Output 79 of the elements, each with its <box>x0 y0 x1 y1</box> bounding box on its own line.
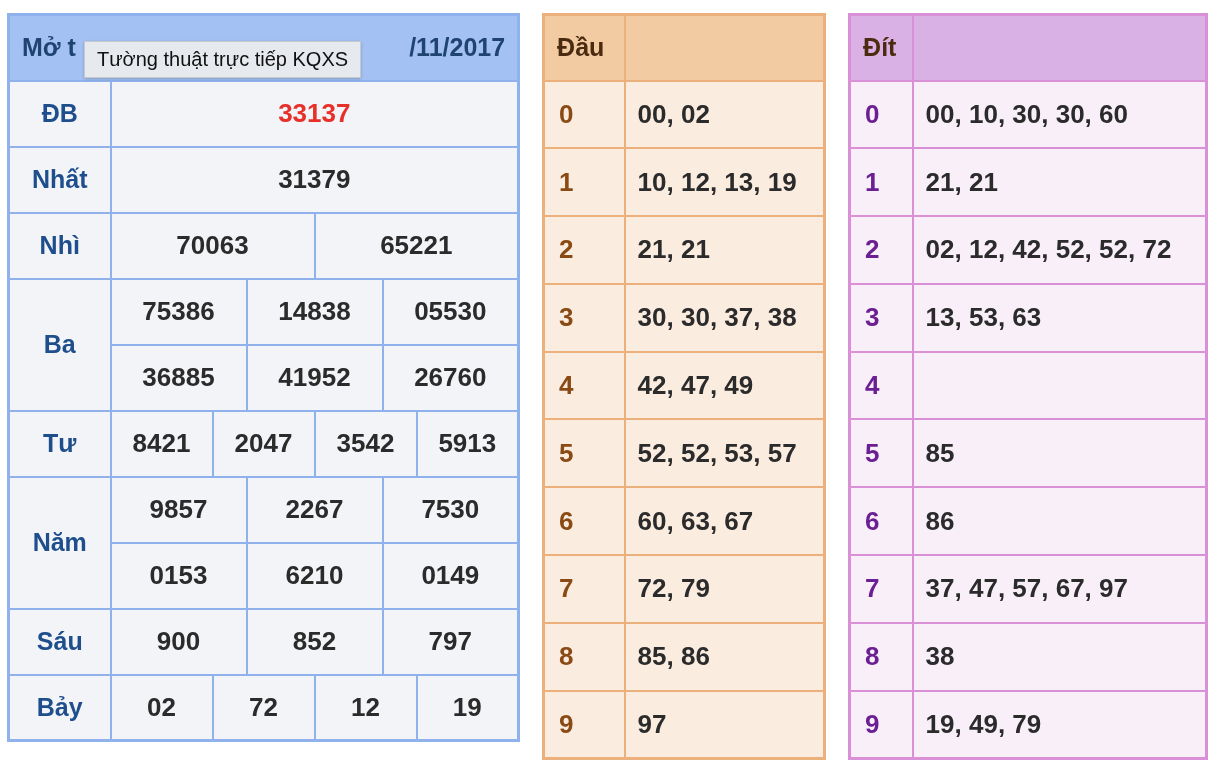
results-date: /11/2017 <box>409 33 506 63</box>
numbers-cell: 37, 47, 57, 67, 97 <box>912 555 1207 623</box>
prize-number: 0149 <box>382 542 519 609</box>
prize-number: 70063 <box>110 212 315 279</box>
numbers-cell: 97 <box>624 690 825 759</box>
tooltip: Tường thuật trực tiếp KQXS <box>84 41 362 78</box>
digit-cell: 5 <box>543 419 625 488</box>
digit-cell: 6 <box>543 487 625 556</box>
prize-number: 19 <box>416 674 519 741</box>
numbers-cell: 19, 49, 79 <box>912 690 1207 759</box>
prize-number: 12 <box>314 674 417 741</box>
digit-cell: 6 <box>849 487 913 556</box>
digit-cell: 0 <box>543 80 625 149</box>
prize-number: 41952 <box>246 344 383 411</box>
digit-cell: 8 <box>849 622 913 691</box>
digit-cell: 9 <box>543 690 625 759</box>
column-header: Đít <box>849 14 913 81</box>
numbers-cell: 72, 79 <box>624 555 825 623</box>
prize-number: 797 <box>382 608 519 675</box>
prize-number: 5913 <box>416 410 519 477</box>
numbers-cell: 13, 53, 63 <box>912 283 1207 352</box>
prize-number: 852 <box>246 608 383 675</box>
prize-number: 6210 <box>246 542 383 609</box>
prize-number: 26760 <box>382 344 519 411</box>
prize-label: Tư <box>8 410 111 477</box>
prize-number: 65221 <box>314 212 519 279</box>
digit-cell: 1 <box>543 148 625 217</box>
prize-number: 36885 <box>110 344 247 411</box>
numbers-cell: 85 <box>912 419 1207 488</box>
numbers-cell: 21, 21 <box>912 148 1207 217</box>
results-title: Mở t <box>22 33 76 63</box>
digit-cell: 1 <box>849 148 913 217</box>
numbers-cell: 52, 52, 53, 57 <box>624 419 825 488</box>
prize-number: 9857 <box>110 476 247 543</box>
numbers-cell: 60, 63, 67 <box>624 487 825 556</box>
digit-cell: 0 <box>849 80 913 149</box>
digit-cell: 2 <box>543 216 625 284</box>
prize-label: Nhất <box>8 146 111 213</box>
digit-cell: 3 <box>849 283 913 352</box>
numbers-cell: 42, 47, 49 <box>624 351 825 420</box>
numbers-cell: 21, 21 <box>624 216 825 284</box>
prize-number: 2267 <box>246 476 383 543</box>
numbers-cell: 30, 30, 37, 38 <box>624 283 825 352</box>
prize-number: 2047 <box>212 410 315 477</box>
prize-number: 05530 <box>382 278 519 345</box>
prize-number: 3542 <box>314 410 417 477</box>
digit-cell: 8 <box>543 622 625 691</box>
numbers-cell: 02, 12, 42, 52, 52, 72 <box>912 216 1207 284</box>
prize-number: 31379 <box>110 146 519 213</box>
prize-number: 75386 <box>110 278 247 345</box>
prize-label: Sáu <box>8 608 111 675</box>
prize-label: Ba <box>8 278 111 411</box>
prize-label: ĐB <box>8 80 111 147</box>
prize-number: 0153 <box>110 542 247 609</box>
column-header: Đầu <box>543 14 625 81</box>
prize-label: Bảy <box>8 674 111 741</box>
numbers-cell: 10, 12, 13, 19 <box>624 148 825 217</box>
numbers-cell: 86 <box>912 487 1207 556</box>
numbers-cell: 00, 10, 30, 30, 60 <box>912 80 1207 149</box>
numbers-cell: 38 <box>912 622 1207 691</box>
prize-number: 33137 <box>110 80 519 147</box>
digit-cell: 4 <box>849 351 913 420</box>
prize-label: Nhì <box>8 212 111 279</box>
prize-number: 7530 <box>382 476 519 543</box>
numbers-cell: 85, 86 <box>624 622 825 691</box>
digit-cell: 2 <box>849 216 913 284</box>
prize-number: 14838 <box>246 278 383 345</box>
digit-cell: 9 <box>849 690 913 759</box>
digit-cell: 4 <box>543 351 625 420</box>
digit-cell: 7 <box>543 555 625 623</box>
digit-cell: 7 <box>849 555 913 623</box>
digit-cell: 5 <box>849 419 913 488</box>
numbers-cell: 00, 02 <box>624 80 825 149</box>
prize-label: Năm <box>8 476 111 609</box>
prize-number: 900 <box>110 608 247 675</box>
prize-number: 02 <box>110 674 213 741</box>
digit-cell: 3 <box>543 283 625 352</box>
prize-number: 8421 <box>110 410 213 477</box>
prize-number: 72 <box>212 674 315 741</box>
